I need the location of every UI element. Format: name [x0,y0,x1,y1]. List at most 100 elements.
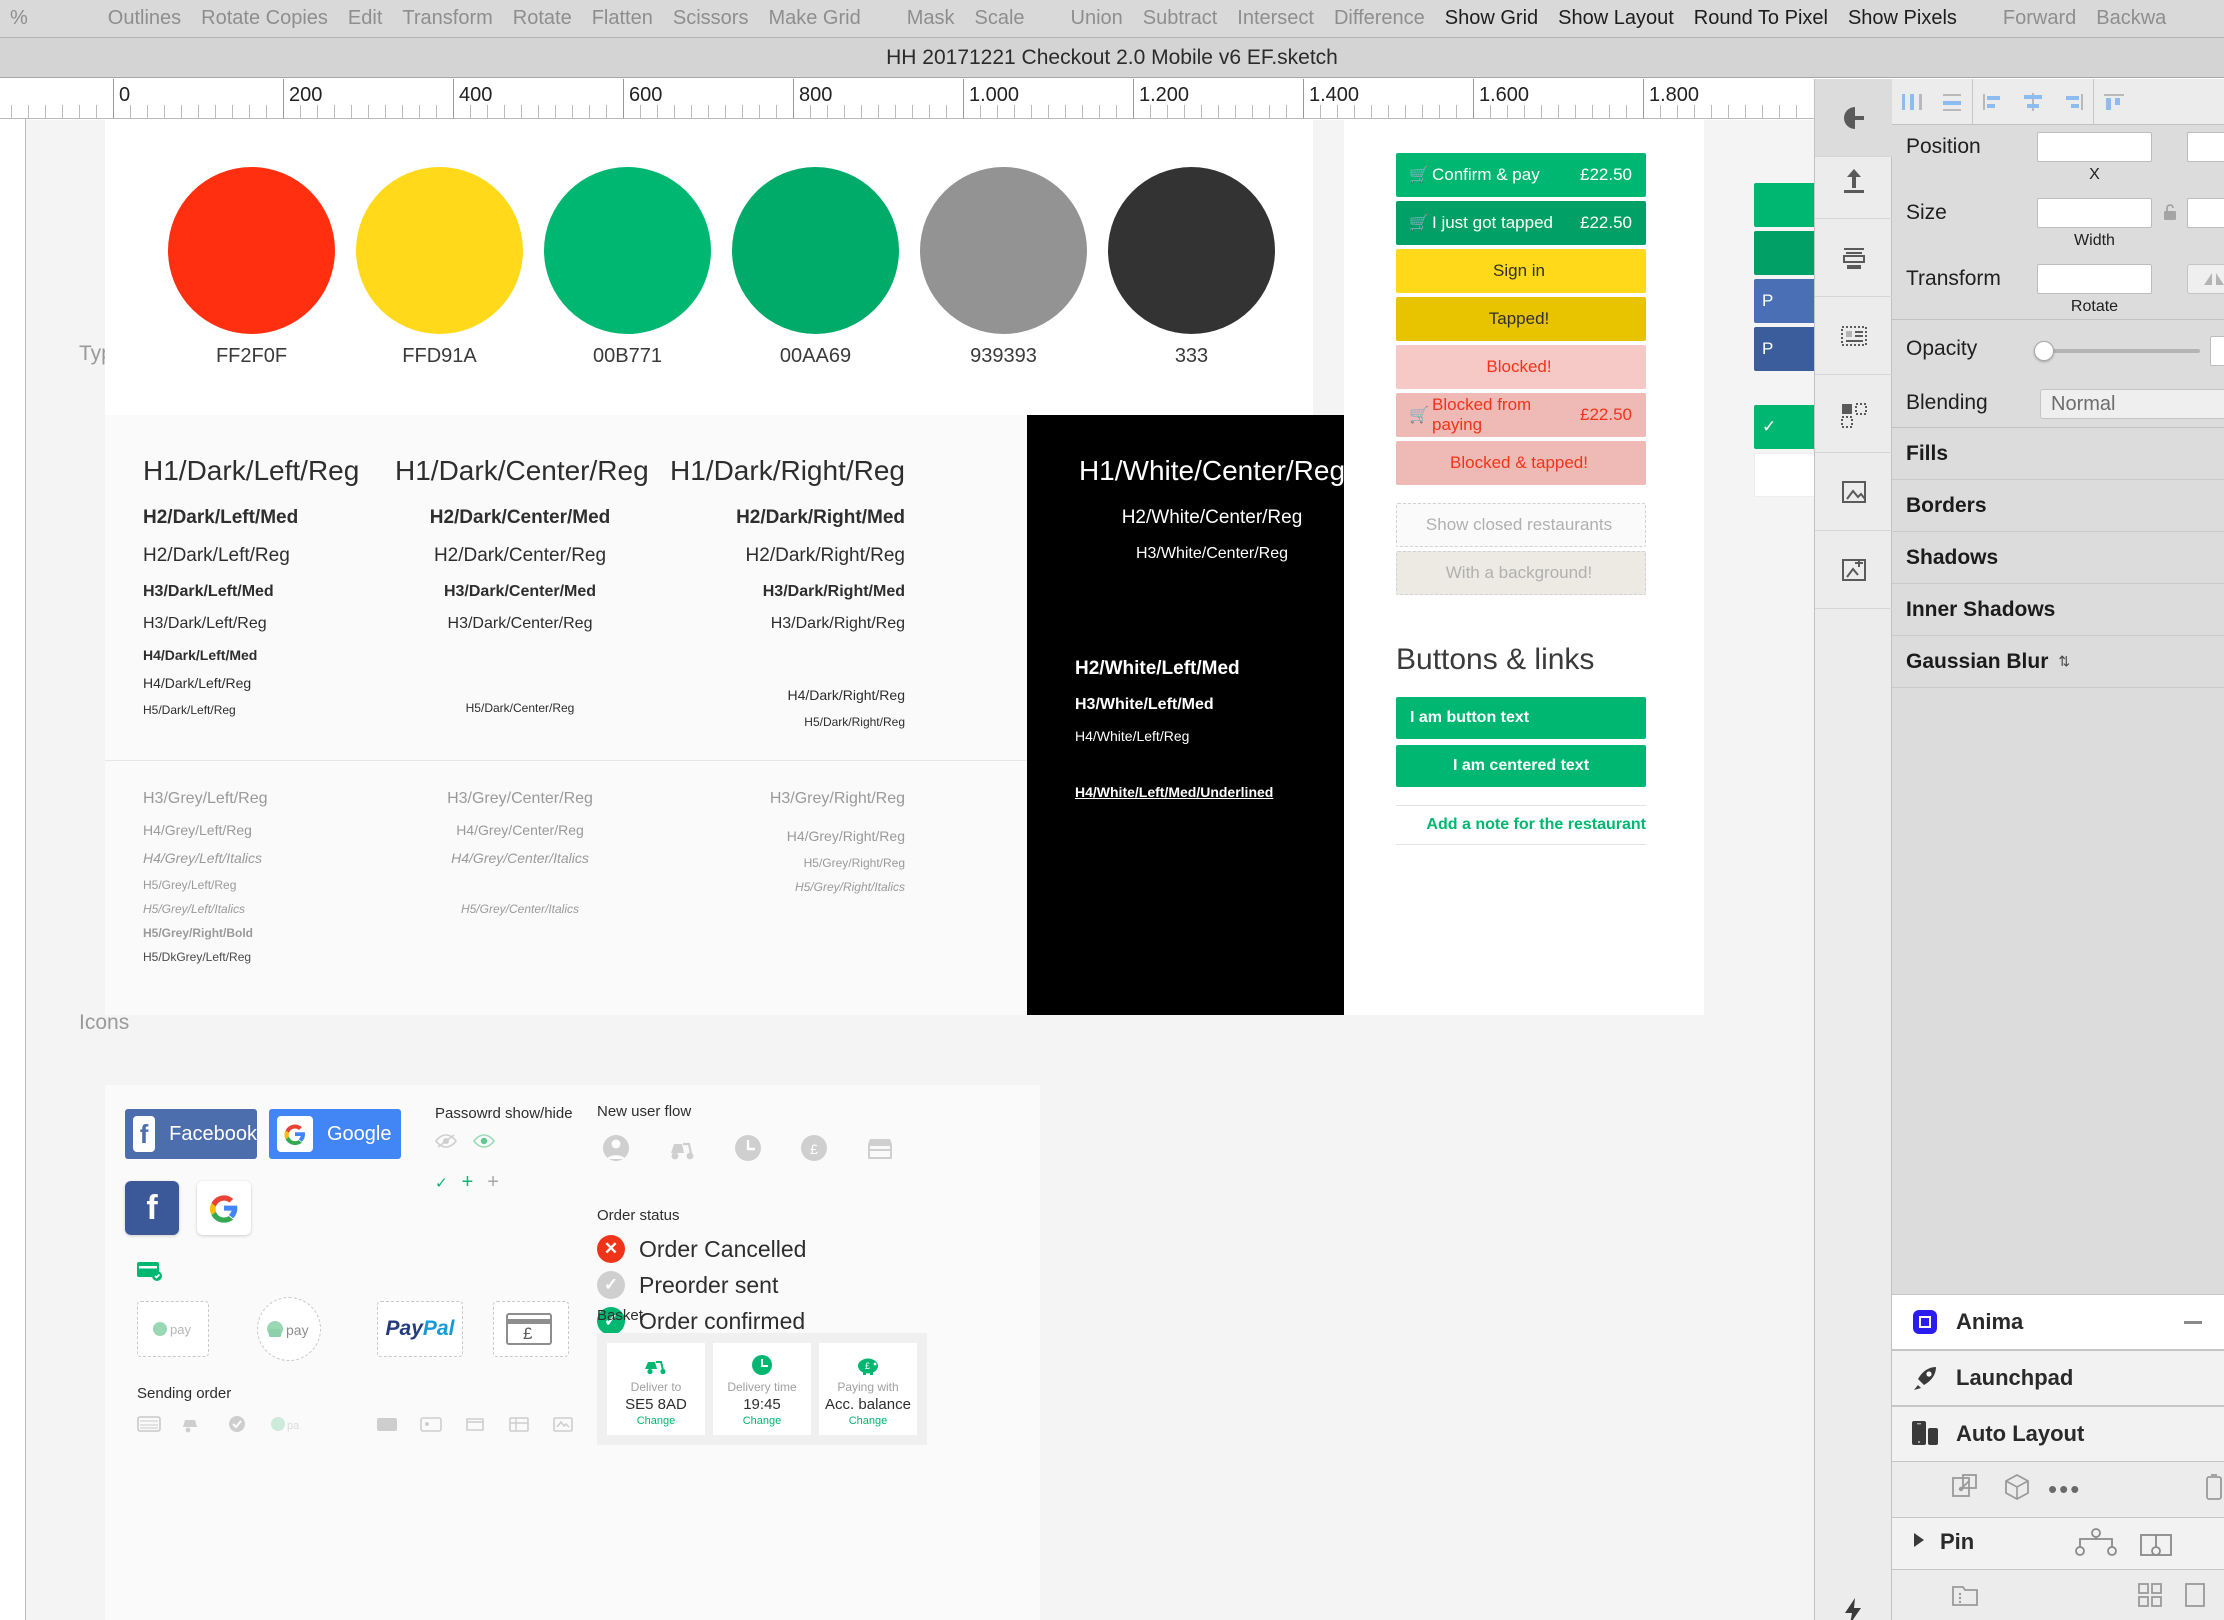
menu-item-transform[interactable]: Transform [392,7,502,30]
colour-swatch[interactable] [544,167,711,334]
export-button[interactable] [1815,141,1893,219]
menu-item-rotate-copies[interactable]: Rotate Copies [191,7,338,30]
offscreen-button[interactable]: P [1754,327,1814,371]
launchpad-cube-icon[interactable] [2002,1472,2032,1507]
auto-layout-folder-icon[interactable] [1950,1581,1980,1614]
button-confirm-pay[interactable]: 🛒 Confirm & pay £22.50 [1396,153,1646,197]
alignment-toolbar[interactable] [1892,78,2224,125]
launchpad-device-icon[interactable] [2201,1472,2224,1507]
accordion-fills[interactable]: Fills [1892,428,2224,480]
offscreen-button-white[interactable] [1754,453,1814,497]
accordion-gaussian-blur[interactable]: Gaussian Blur ⇅ [1892,636,2224,688]
position-x-input[interactable] [2037,132,2152,162]
basket-card[interactable]: Deliver to SE5 8AD Change [607,1343,705,1435]
image-edit-button[interactable] [1815,453,1893,531]
blending-select[interactable]: Normal [2040,389,2224,419]
google-icon-tile[interactable] [197,1181,251,1235]
button-blocked-from-paying[interactable]: 🛒 Blocked from paying £22.50 [1396,393,1646,437]
menu-item-show-grid[interactable]: Show Grid [1435,7,1548,30]
menu-item-union[interactable]: Union [1061,7,1133,30]
button-show-closed-restaurants[interactable]: Show closed restaurants [1396,503,1646,547]
offscreen-button[interactable]: P [1754,279,1814,323]
menu-item-[interactable]: % [0,7,38,30]
google-signin-button[interactable]: Google [269,1109,401,1159]
menu-item-show-pixels[interactable]: Show Pixels [1838,7,1967,30]
password-toggle-row[interactable] [435,1133,495,1149]
size-width-input[interactable] [2037,198,2152,228]
stack-button[interactable] [1815,219,1893,297]
button-blocked[interactable]: Blocked! [1396,345,1646,389]
button-centered-text[interactable]: I am centered text [1396,745,1646,787]
offscreen-button[interactable]: ✓ [1754,405,1814,449]
eye-hidden-icon[interactable] [435,1133,457,1149]
add-image-button[interactable] [1815,531,1893,609]
inspector-tool-strip[interactable] [1814,79,1893,1620]
colour-swatch[interactable] [168,167,335,334]
menu-item-mask[interactable]: Mask [897,7,965,30]
menu-item-forward[interactable]: Forward [1993,7,2086,30]
colour-swatch[interactable] [356,167,523,334]
artboard-icons[interactable]: f Facebook Google f pay pay PayPal £ Sen… [105,1085,1040,1620]
opacity-value-input[interactable] [2210,336,2224,366]
menu-item-backwa[interactable]: Backwa [2086,7,2176,30]
position-y-input[interactable] [2187,132,2224,162]
group-button[interactable] [1815,375,1893,453]
launchpad-toolbar[interactable]: ••• [1892,1462,2224,1518]
basket-card[interactable]: £ Paying with Acc. balance Change [819,1343,917,1435]
plugin-row-auto-layout[interactable]: Auto Layout [1892,1406,2224,1462]
pin-options-row[interactable] [2070,1527,2176,1557]
plugin-row-pin[interactable]: Pin [1892,1514,2224,1570]
menu-item-scale[interactable]: Scale [965,7,1035,30]
basket-card-change-link[interactable]: Change [849,1415,888,1427]
opacity-slider-knob[interactable] [2034,341,2054,361]
colour-swatch[interactable] [920,167,1087,334]
facebook-icon-tile[interactable]: f [125,1181,179,1235]
auto-layout-grid-icon[interactable] [2136,1581,2164,1614]
menu-item-scissors[interactable]: Scissors [663,7,759,30]
horizontal-ruler[interactable]: 0 200 400 600 800 1.000 1.200 1.400 1.600 1.800 [0,79,1814,119]
basket-card[interactable]: Delivery time 19:45 Change [713,1343,811,1435]
accordion-inner-shadows[interactable]: Inner Shadows [1892,584,2224,636]
menu-item-show-layout[interactable]: Show Layout [1548,7,1684,30]
card-pound-tile[interactable]: £ [493,1301,569,1357]
artboard-typography[interactable]: H1/Dark/Left/Reg H2/Dark/Left/Med H2/Dark/… [105,415,1397,1015]
accordion-borders[interactable]: Borders [1892,480,2224,532]
plugin-row-anima[interactable]: Anima [1892,1294,2224,1350]
chevron-updown-icon[interactable]: ⇅ [2058,653,2070,670]
artboard-colours[interactable]: FF2F0F FFD91A 00B771 00AA69 939393 333 [105,120,1313,425]
plus-grey-icon[interactable]: + [487,1171,499,1194]
menu-item-edit[interactable]: Edit [338,7,392,30]
menu-item-outlines[interactable]: Outlines [98,7,191,30]
collapse-icon[interactable] [2184,1320,2202,1324]
button-i-just-got-tapped[interactable]: 🛒 I just got tapped £22.50 [1396,201,1646,245]
vertical-ruler[interactable] [0,119,26,1620]
basket-card-change-link[interactable]: Change [743,1415,782,1427]
artboard-buttons[interactable]: 🛒 Confirm & pay £22.50 🛒 I just got tapped £2… [1344,120,1704,1015]
menu-item-round-to-pixel[interactable]: Round To Pixel [1684,7,1838,30]
colour-swatch[interactable] [732,167,899,334]
launchpad-share-icon[interactable] [1950,1472,1980,1507]
align-left-button[interactable] [1973,79,2013,125]
menu-item-difference[interactable]: Difference [1324,7,1435,30]
auto-layout-panel-icon[interactable] [2182,1581,2208,1614]
button-left-text[interactable]: I am button text [1396,697,1646,739]
rotate-input[interactable] [2037,264,2152,294]
lock-proportions-icon[interactable] [2162,202,2178,227]
plugin-bolt-button[interactable] [1815,1572,1893,1620]
align-center-horizontally-button[interactable] [2013,79,2053,125]
menu-item-rotate[interactable]: Rotate [503,7,582,30]
plus-green-icon[interactable]: + [462,1171,474,1194]
size-height-input[interactable] [2187,198,2224,228]
button-sign-in[interactable]: Sign in [1396,249,1646,293]
android-pay-tile[interactable]: pay [257,1297,321,1361]
button-blocked-tapped[interactable]: Blocked & tapped! [1396,441,1646,485]
symbol-button[interactable] [1815,297,1893,375]
menu-item-make-grid[interactable]: Make Grid [758,7,870,30]
accordion-shadows[interactable]: Shadows [1892,532,2224,584]
align-top-button[interactable] [2094,79,2134,125]
flip-button[interactable] [2187,264,2224,294]
android-pay-outline-tile[interactable]: pay [137,1301,209,1357]
paypal-tile[interactable]: PayPal [377,1301,463,1357]
distribute-vertically-button[interactable] [1932,79,1972,125]
opacity-slider-track[interactable] [2040,349,2200,353]
